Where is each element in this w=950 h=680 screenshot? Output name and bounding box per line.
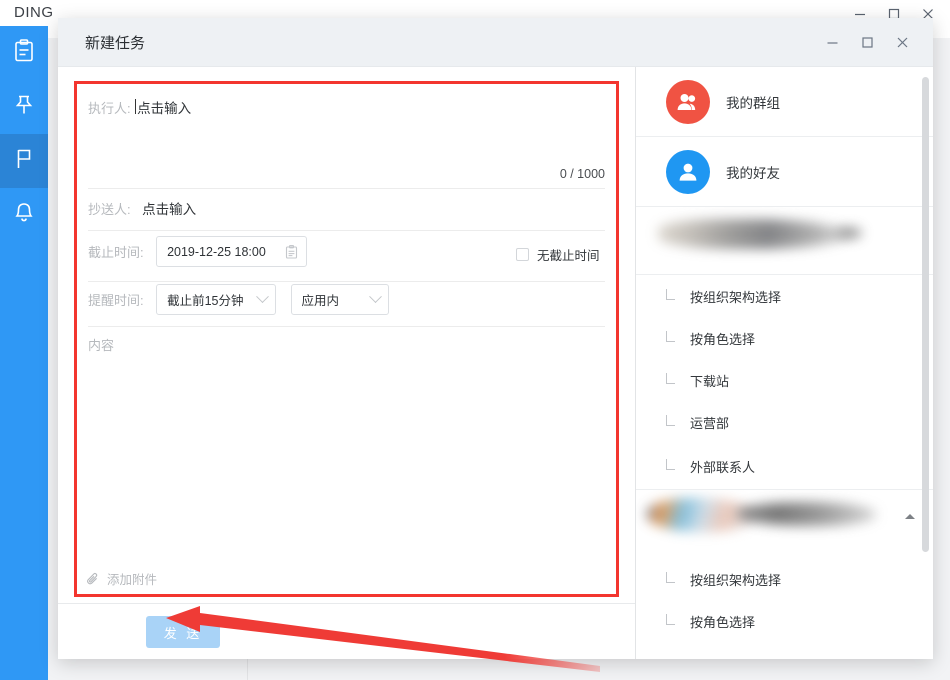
content-textarea[interactable] xyxy=(78,325,613,555)
tree-item-label: 按角色选择 xyxy=(690,329,755,348)
add-attachment-button[interactable]: 添加附件 xyxy=(86,569,157,588)
remind-channel-select[interactable]: 应用内 xyxy=(291,284,389,315)
cc-placeholder: 点击输入 xyxy=(142,198,196,218)
bell-icon xyxy=(13,201,35,230)
tree-item-external-contacts[interactable]: 外部联系人 xyxy=(636,443,933,490)
contact-name: 我的好友 xyxy=(726,162,780,182)
tree-branch-icon xyxy=(666,289,675,300)
tree-branch-icon xyxy=(666,331,675,342)
blurred-org-suffix xyxy=(836,227,862,239)
dialog-close-button[interactable] xyxy=(896,36,909,49)
blurred-org-name xyxy=(736,502,876,526)
org-node-blurred-two[interactable] xyxy=(636,490,933,558)
deadline-value: 2019-12-25 18:00 xyxy=(167,245,266,259)
assignee-char-counter: 0 / 1000 xyxy=(58,167,605,181)
app-sidebar xyxy=(0,26,48,680)
flag-icon xyxy=(13,147,35,176)
deadline-field-row: 截止时间: 2019-12-25 18:00 xyxy=(88,236,307,267)
content-placeholder: 内容 xyxy=(88,335,114,354)
remind-field-row: 提醒时间: 截止前15分钟 应用内 xyxy=(88,284,389,315)
sidebar-item-pin[interactable] xyxy=(0,80,48,134)
dialog-maximize-button[interactable] xyxy=(861,36,874,49)
cc-label: 抄送人: xyxy=(88,199,131,218)
tree-branch-icon xyxy=(666,459,675,470)
text-caret xyxy=(135,99,136,114)
deadline-input[interactable]: 2019-12-25 18:00 xyxy=(156,236,307,267)
sidebar-item-bell[interactable] xyxy=(0,188,48,242)
group-avatar-icon xyxy=(666,80,710,124)
calendar-icon[interactable] xyxy=(285,245,298,259)
person-avatar-icon xyxy=(666,150,710,194)
triangle-up-icon[interactable] xyxy=(905,514,915,519)
remind-time-select[interactable]: 截止前15分钟 xyxy=(156,284,276,315)
tree-branch-icon xyxy=(666,572,675,583)
tree-item-label: 外部联系人 xyxy=(690,457,755,476)
application-root: DING xyxy=(0,0,950,680)
tree-branch-icon xyxy=(666,373,675,384)
sidebar-item-clipboard[interactable] xyxy=(0,26,48,80)
tree-item-by-role-2[interactable]: 按角色选择 xyxy=(636,600,933,642)
contact-pane-scrollbar[interactable] xyxy=(922,77,929,552)
new-task-dialog: 新建任务 执行人: 点击输入 xyxy=(58,18,933,659)
dialog-titlebar: 新建任务 xyxy=(58,18,933,67)
tree-item-label: 运营部 xyxy=(690,413,729,432)
deadline-label: 截止时间: xyxy=(88,242,144,261)
no-deadline-label: 无截止时间 xyxy=(537,245,600,264)
tree-branch-icon xyxy=(666,415,675,426)
tree-item-by-org-2[interactable]: 按组织架构选择 xyxy=(636,558,933,600)
org-node-blurred-one[interactable] xyxy=(636,207,933,275)
tree-item-download-site[interactable]: 下载站 xyxy=(636,359,933,401)
divider-cc xyxy=(88,230,605,231)
contact-row-my-friends[interactable]: 我的好友 xyxy=(636,137,933,207)
assignee-placeholder: 点击输入 xyxy=(137,97,191,117)
contact-row-my-group[interactable]: 我的群组 xyxy=(636,67,933,137)
pin-icon xyxy=(13,93,35,122)
tree-item-label: 按角色选择 xyxy=(690,612,755,631)
cc-field-row[interactable]: 抄送人: 点击输入 xyxy=(88,198,196,218)
tree-item-label: 按组织架构选择 xyxy=(690,287,781,306)
dialog-content: 执行人: 点击输入 0 / 1000 抄送人: 点击输入 截止时间: 2019-… xyxy=(58,67,933,659)
dialog-minimize-button[interactable] xyxy=(826,36,839,49)
assignee-label: 执行人: xyxy=(88,98,131,117)
tree-branch-icon xyxy=(666,614,675,625)
remind-label: 提醒时间: xyxy=(88,290,144,309)
divider-assignee xyxy=(88,188,605,189)
add-attachment-label: 添加附件 xyxy=(107,569,157,588)
divider-deadline xyxy=(88,281,605,282)
tree-item-label: 下载站 xyxy=(690,371,729,390)
remind-channel-value: 应用内 xyxy=(302,290,340,309)
blurred-org-name xyxy=(658,219,848,249)
app-title: DING xyxy=(14,4,54,21)
sidebar-item-flag[interactable] xyxy=(0,134,48,188)
chevron-down-icon xyxy=(369,290,382,303)
task-form-pane: 执行人: 点击输入 0 / 1000 抄送人: 点击输入 截止时间: 2019-… xyxy=(58,67,635,603)
tree-item-by-org[interactable]: 按组织架构选择 xyxy=(636,275,933,317)
clipboard-icon xyxy=(13,39,35,68)
dialog-window-controls xyxy=(826,18,923,67)
tree-item-label: 按组织架构选择 xyxy=(690,570,781,589)
chevron-down-icon xyxy=(256,290,269,303)
tree-item-by-role[interactable]: 按角色选择 xyxy=(636,317,933,359)
dialog-title: 新建任务 xyxy=(85,32,145,53)
contact-picker-pane: 我的群组 我的好友 xyxy=(636,67,933,659)
contact-name: 我的群组 xyxy=(726,92,780,112)
assignee-field-row[interactable]: 执行人: 点击输入 xyxy=(88,97,191,117)
dialog-footer: 发 送 xyxy=(58,603,635,659)
no-deadline-checkbox-wrapper[interactable]: 无截止时间 xyxy=(516,245,600,264)
tree-item-operations[interactable]: 运营部 xyxy=(636,401,933,443)
paperclip-icon xyxy=(86,572,100,586)
send-button[interactable]: 发 送 xyxy=(146,616,220,648)
remind-time-value: 截止前15分钟 xyxy=(167,290,243,309)
no-deadline-checkbox[interactable] xyxy=(516,248,529,261)
